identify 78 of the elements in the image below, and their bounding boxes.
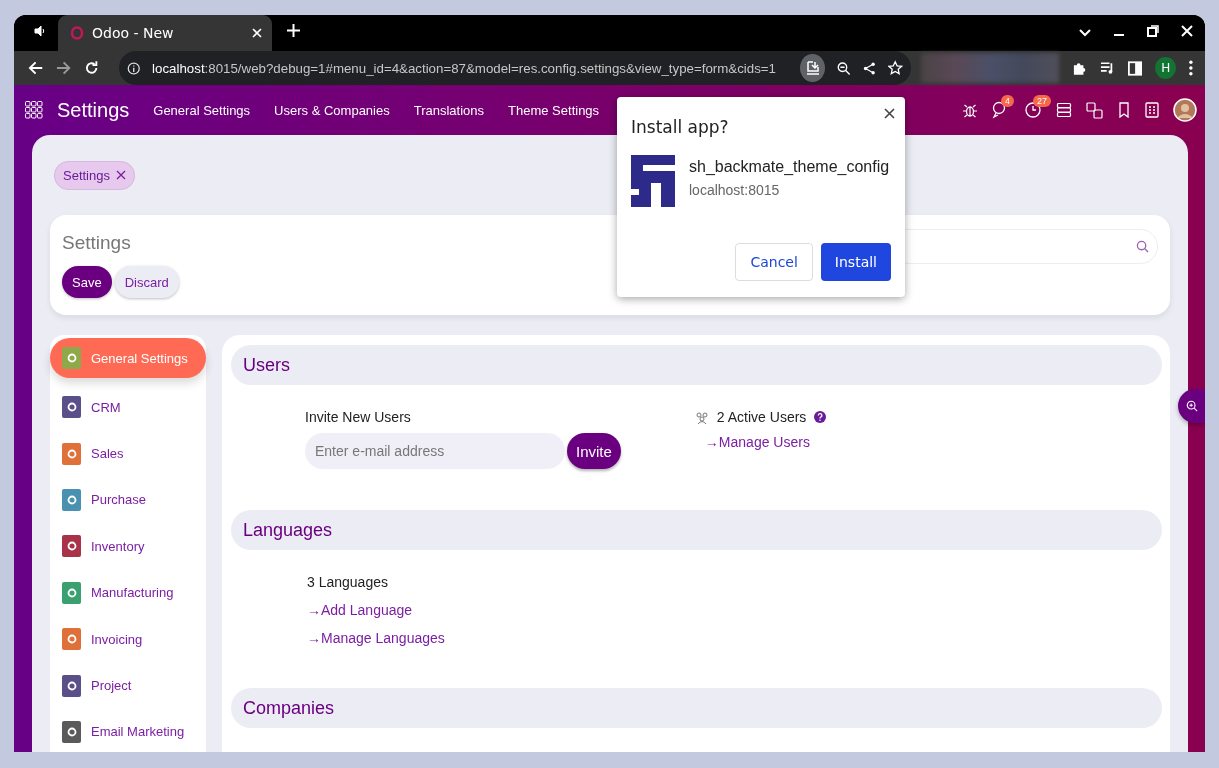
reload-icon[interactable] xyxy=(84,60,100,76)
email-field[interactable]: Enter e-mail address xyxy=(305,433,565,469)
language-link[interactable]: →Manage Languages xyxy=(307,630,1162,646)
invite-button[interactable]: Invite xyxy=(567,433,621,469)
menu-icon[interactable] xyxy=(1189,60,1193,76)
speaker-icon[interactable] xyxy=(34,25,46,37)
save-button[interactable]: Save xyxy=(62,266,112,298)
search-icon[interactable] xyxy=(1136,239,1149,253)
sidebar-item[interactable]: Inventory xyxy=(50,523,206,570)
page-title: Settings xyxy=(62,232,132,254)
app-logo-icon xyxy=(631,155,675,207)
sidebar-icon[interactable] xyxy=(1128,60,1143,76)
media-icon[interactable] xyxy=(1099,60,1115,76)
install-app-icon[interactable] xyxy=(800,54,826,82)
sidebar-item[interactable]: Purchase xyxy=(50,476,206,524)
sidebar-label: Email Marketing xyxy=(91,724,185,740)
dialog-title: Install app? xyxy=(631,117,730,137)
sidebar-label: Purchase xyxy=(91,492,146,508)
nav-menu-item[interactable]: Users & Companies xyxy=(274,102,390,118)
sidebar-item[interactable]: Email Marketing xyxy=(50,708,206,752)
puzzle-icon[interactable] xyxy=(1071,60,1087,76)
sidebar-label: Manufacturing xyxy=(91,585,174,601)
sidebar-item[interactable]: Invoicing xyxy=(50,615,206,663)
breadcrumb-chip[interactable]: Settings xyxy=(54,160,135,190)
stack-icon[interactable] xyxy=(1056,102,1072,118)
app-title: Settings xyxy=(57,98,130,122)
info-icon[interactable] xyxy=(126,60,141,76)
cancel-button[interactable]: Cancel xyxy=(735,243,813,281)
sidebar-label: Inventory xyxy=(91,538,145,554)
sidebar-label: CRM xyxy=(91,399,121,415)
restore-icon[interactable] xyxy=(1147,25,1159,37)
sidebar-label: Sales xyxy=(91,446,124,462)
calculator-icon[interactable] xyxy=(1145,102,1159,118)
field-label: Invite New Users xyxy=(305,409,412,425)
nav-menu-item[interactable]: Translations xyxy=(413,102,485,118)
app-grid-icon[interactable] xyxy=(25,101,43,119)
app-origin: localhost:8015 xyxy=(689,182,781,198)
sidebar-item[interactable]: Manufacturing xyxy=(50,569,206,616)
new-tab-icon[interactable] xyxy=(287,24,300,37)
bookmark-icon[interactable] xyxy=(1117,102,1131,118)
zoom-in-icon[interactable] xyxy=(1185,400,1198,412)
zoom-out-icon[interactable] xyxy=(837,60,851,76)
close-icon[interactable] xyxy=(884,108,895,119)
count-badge: 27 xyxy=(1033,95,1051,107)
section-title: Users xyxy=(243,354,290,376)
nav-menu-item[interactable]: Theme Settings xyxy=(508,102,600,118)
share-icon[interactable] xyxy=(862,60,877,76)
sidebar-label: Project xyxy=(91,678,132,694)
nav-menu-item[interactable]: General Settings xyxy=(153,102,251,118)
translate-icon[interactable] xyxy=(1086,101,1103,119)
active-users-count: 2 Active Users xyxy=(716,409,807,425)
chevron-icon[interactable] xyxy=(1079,29,1091,37)
count-badge: 4 xyxy=(1001,95,1014,107)
sidebar-item[interactable]: Project xyxy=(50,662,206,709)
bug-icon[interactable] xyxy=(962,102,978,118)
sidebar-item[interactable]: Sales xyxy=(50,430,206,477)
sidebar-item[interactable]: CRM xyxy=(50,384,206,431)
users-icon xyxy=(694,410,709,424)
ring-icon xyxy=(70,26,84,40)
install-button[interactable]: Install xyxy=(820,243,891,281)
sidebar-label: Invoicing xyxy=(91,631,143,647)
discard-button[interactable]: Discard xyxy=(114,266,179,298)
browser-tab[interactable]: Odoo - New xyxy=(58,15,272,51)
manage-users-link[interactable]: →Manage Users xyxy=(694,434,827,450)
profile-avatar[interactable]: H xyxy=(1155,57,1177,79)
address-bar[interactable]: localhost:8015/web?debug=1#menu_id=4&action=87&model=res.config.settings&view_type=form&cids=1 xyxy=(118,51,911,85)
section-title: Companies xyxy=(243,697,335,719)
languages-count: 3 Languages xyxy=(307,574,389,590)
section-title: Languages xyxy=(243,519,333,541)
app-name: sh_backmate_theme_config xyxy=(689,158,890,176)
sidebar-label: General Settings xyxy=(91,350,188,366)
star-icon[interactable] xyxy=(888,60,903,76)
back-icon[interactable] xyxy=(28,60,44,76)
forward-icon[interactable] xyxy=(56,60,72,76)
user-avatar[interactable] xyxy=(1173,98,1197,122)
help-icon[interactable] xyxy=(814,411,827,423)
url-text: localhost:8015/web?debug=1#menu_id=4&action=87&model=res.config.settings&view_type=form&cids=1 xyxy=(152,60,776,76)
language-link[interactable]: →Add Language xyxy=(307,602,1162,618)
